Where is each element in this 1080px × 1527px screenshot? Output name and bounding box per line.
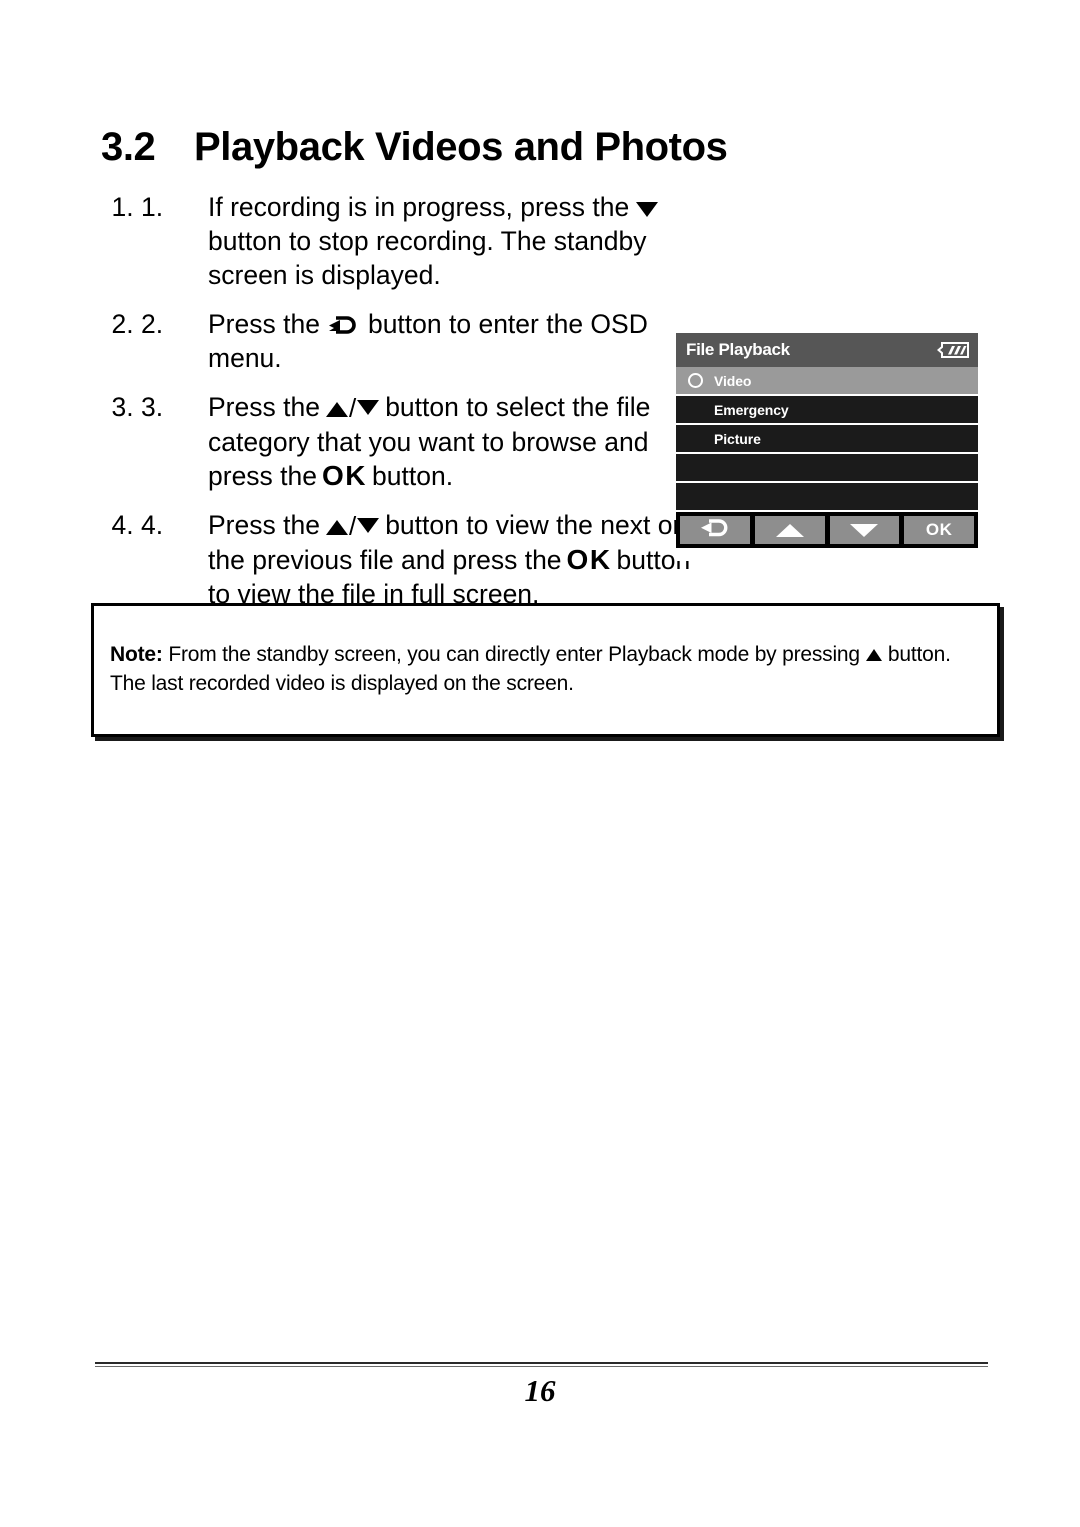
osd-menu-item-picture[interactable]: Picture — [676, 425, 978, 454]
triangle-down-icon — [636, 202, 659, 217]
step-text-after: button. — [372, 461, 454, 491]
ok-label: OK — [322, 460, 368, 491]
section-number: 3.2 — [101, 124, 156, 169]
step-marker: 3. — [141, 392, 164, 422]
osd-menu-item-video[interactable]: Video — [676, 367, 978, 396]
step-text-before: If recording is in progress, press the — [208, 192, 630, 222]
return-arrow-icon — [327, 310, 361, 334]
triangle-up-icon — [325, 520, 348, 535]
step-body: If recording is in progress, press the bu… — [208, 190, 701, 292]
osd-menu-list: Video Emergency Picture — [676, 367, 978, 512]
step-text-before: Press the — [208, 392, 320, 422]
triangle-down-icon — [357, 518, 380, 533]
radio-circle-icon — [688, 373, 703, 388]
note-text-body-before: From the standby screen, you can directl… — [168, 643, 860, 666]
steps-list: 1. If recording is in progress, press th… — [101, 190, 701, 626]
osd-button-ok-label: OK — [925, 520, 953, 539]
triangle-up-icon — [775, 523, 804, 537]
step-body: Press the button to enter the OSD menu. — [208, 307, 701, 375]
page-number: 16 — [524, 1373, 556, 1408]
osd-button-down[interactable] — [828, 515, 901, 545]
triangle-up-icon — [325, 402, 348, 417]
ok-label: OK — [566, 544, 612, 575]
battery-full-icon — [936, 342, 969, 358]
osd-button-bar: OK — [676, 512, 978, 548]
osd-screen-illustration: File Playback Video Emergency Picture OK — [676, 333, 978, 561]
triangle-up-icon — [865, 649, 882, 661]
step-body: Press the / button to view the next or the… — [208, 508, 701, 611]
step-marker: 2. — [141, 309, 164, 339]
step-text-after: button to stop recording. The standby sc… — [208, 226, 647, 290]
osd-menu-item-label: Video — [714, 372, 752, 389]
footer-divider-secondary — [95, 1366, 988, 1367]
triangle-up-down-icon: / — [325, 391, 380, 425]
triangle-up-down-icon: / — [325, 509, 380, 543]
footer-divider — [95, 1362, 988, 1364]
note-text: Note: From the standby screen, you can d… — [110, 640, 981, 698]
osd-menu-item-label: Picture — [714, 430, 761, 447]
step-text-before: Press the — [208, 309, 320, 339]
section-title: Playback Videos and Photos — [194, 124, 728, 169]
osd-title-bar: File Playback — [676, 333, 978, 367]
triangle-down-icon — [357, 400, 380, 415]
osd-menu-item-empty-1 — [676, 454, 978, 483]
osd-menu-item-label: Emergency — [714, 401, 789, 418]
slash-separator: / — [348, 511, 357, 541]
step-item-3: 3. Press the/button to select the file c… — [141, 390, 701, 493]
osd-title-text: File Playback — [686, 340, 790, 359]
manual-page: 3.2 Playback Videos and Photos 1. If reco… — [0, 0, 1080, 1527]
step-item-2: 2. Press thebutton to enter the OSD menu… — [141, 307, 701, 375]
osd-menu-item-empty-2 — [676, 483, 978, 512]
osd-button-ok[interactable]: OK — [903, 515, 975, 545]
step-text-before: Press the — [208, 510, 320, 540]
osd-menu-item-emergency[interactable]: Emergency — [676, 396, 978, 425]
osd-button-up[interactable] — [753, 515, 826, 545]
osd-button-return[interactable] — [679, 515, 751, 545]
triangle-down-icon — [850, 523, 879, 537]
page-title: 3.2 Playback Videos and Photos — [101, 125, 728, 169]
step-marker: 4. — [141, 510, 164, 540]
note-label: Note: — [110, 643, 163, 666]
step-item-4: 4. Press the/button to view the next or … — [141, 508, 701, 611]
step-marker: 1. — [141, 192, 164, 222]
step-item-1: 1. If recording is in progress, press th… — [141, 190, 701, 292]
step-body: Press the / button to select the file cate… — [208, 390, 701, 493]
slash-separator: / — [348, 393, 357, 423]
note-box: Note: From the standby screen, you can d… — [91, 603, 1000, 737]
return-arrow-icon — [698, 518, 732, 543]
